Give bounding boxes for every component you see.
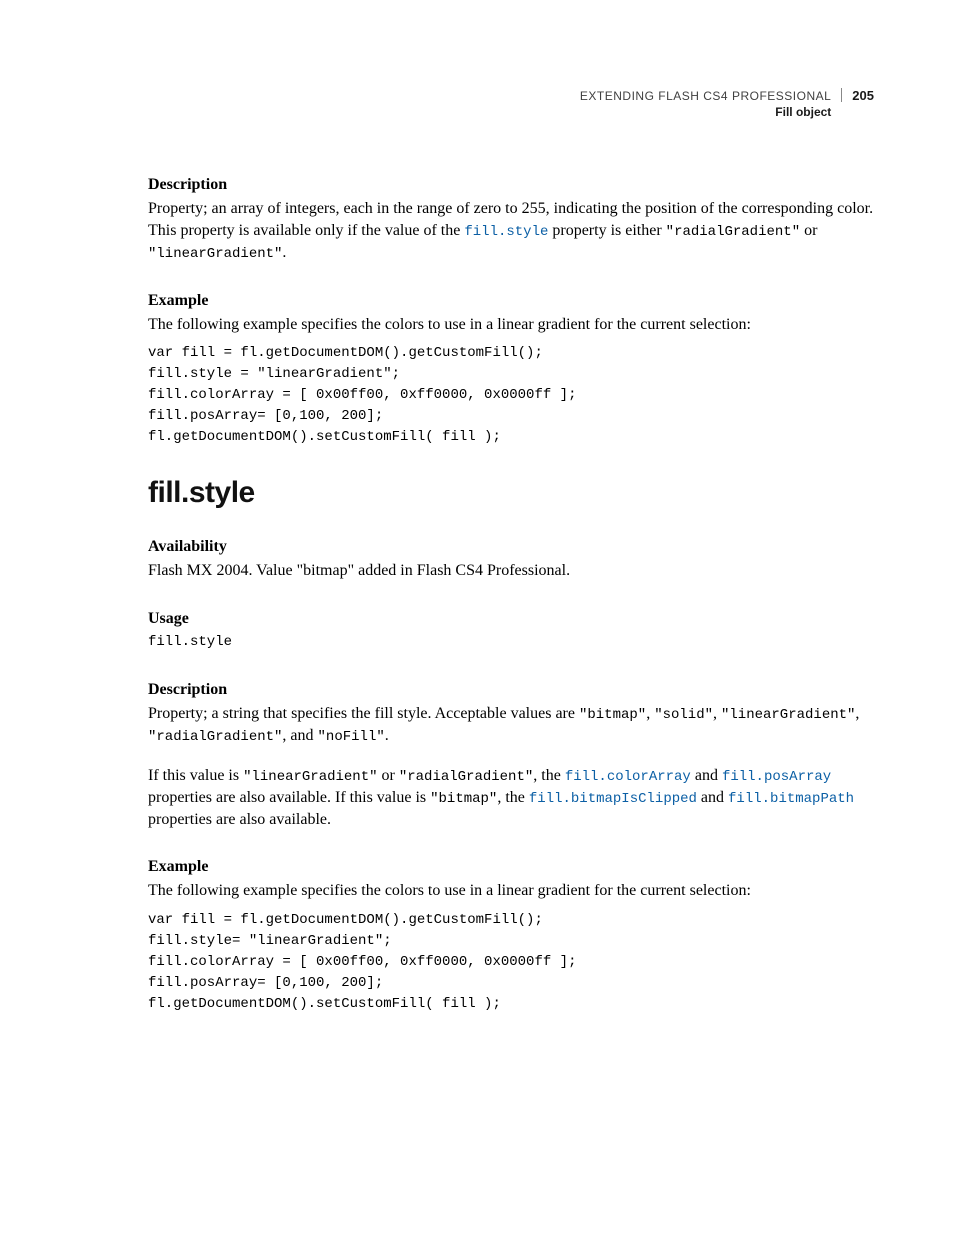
page-number: 205 [841, 88, 874, 102]
code-literal: "linearGradient" [243, 769, 377, 785]
description-text: Property; a string that specifies the fi… [148, 703, 874, 747]
usage-code: fill.style [148, 632, 874, 653]
text-fragment: Property; a string that specifies the fi… [148, 705, 579, 722]
link-fill-colorarray[interactable]: fill.colorArray [565, 769, 691, 785]
link-fill-style[interactable]: fill.style [464, 224, 548, 240]
text-fragment: , [855, 705, 859, 722]
code-literal: "linearGradient" [721, 707, 855, 723]
code-literal: "bitmap" [430, 791, 497, 807]
availability-block: Availability Flash MX 2004. Value "bitma… [148, 538, 874, 582]
example-text: The following example specifies the colo… [148, 314, 874, 336]
text-fragment: . [385, 727, 389, 744]
api-title: fill.style [148, 476, 874, 510]
description-text-2: If this value is "linearGradient" or "ra… [148, 765, 874, 830]
text-fragment: , [713, 705, 721, 722]
text-fragment: , [646, 705, 654, 722]
page: EXTENDING FLASH CS4 PROFESSIONAL Fill ob… [0, 0, 954, 1103]
code-literal: "bitmap" [579, 707, 646, 723]
running-header-text: EXTENDING FLASH CS4 PROFESSIONAL Fill ob… [580, 88, 841, 120]
description-text: Property; an array of integers, each in … [148, 198, 874, 263]
code-sample: var fill = fl.getDocumentDOM().getCustom… [148, 343, 874, 448]
running-header: EXTENDING FLASH CS4 PROFESSIONAL Fill ob… [148, 88, 874, 120]
code-literal: "radialGradient" [399, 769, 533, 785]
text-fragment: properties are also available. If this v… [148, 789, 430, 806]
text-fragment: and [691, 767, 722, 784]
example-heading: Example [148, 858, 874, 876]
text-fragment: properties are also available. [148, 811, 331, 828]
description-block: Description Property; an array of intege… [148, 176, 874, 263]
usage-block: Usage fill.style [148, 610, 874, 653]
availability-heading: Availability [148, 538, 874, 556]
text-fragment: , the [497, 789, 529, 806]
usage-heading: Usage [148, 610, 874, 628]
code-literal: "radialGradient" [148, 729, 282, 745]
example-heading: Example [148, 292, 874, 310]
example-block: Example The following example specifies … [148, 292, 874, 449]
example-block-2: Example The following example specifies … [148, 858, 874, 1015]
code-literal: "solid" [654, 707, 713, 723]
code-sample: var fill = fl.getDocumentDOM().getCustom… [148, 910, 874, 1015]
text-fragment: , and [282, 727, 317, 744]
link-fill-bitmappath[interactable]: fill.bitmapPath [728, 791, 854, 807]
text-fragment: and [697, 789, 728, 806]
text-fragment: If this value is [148, 767, 243, 784]
code-literal: "linearGradient" [148, 246, 282, 262]
link-fill-bitmapisclipped[interactable]: fill.bitmapIsClipped [529, 791, 697, 807]
text-fragment: or [800, 222, 817, 239]
text-fragment: , the [533, 767, 565, 784]
description-heading: Description [148, 681, 874, 699]
doc-title: EXTENDING FLASH CS4 PROFESSIONAL [580, 88, 831, 104]
description-block-2: Description Property; a string that spec… [148, 681, 874, 830]
text-fragment: property is either [548, 222, 665, 239]
code-literal: "radialGradient" [666, 224, 800, 240]
availability-text: Flash MX 2004. Value "bitmap" added in F… [148, 560, 874, 582]
text-fragment: or [378, 767, 399, 784]
example-text: The following example specifies the colo… [148, 880, 874, 902]
link-fill-posarray[interactable]: fill.posArray [722, 769, 831, 785]
description-heading: Description [148, 176, 874, 194]
code-literal: "noFill" [318, 729, 385, 745]
section-name: Fill object [580, 104, 831, 120]
text-fragment: . [282, 244, 286, 261]
